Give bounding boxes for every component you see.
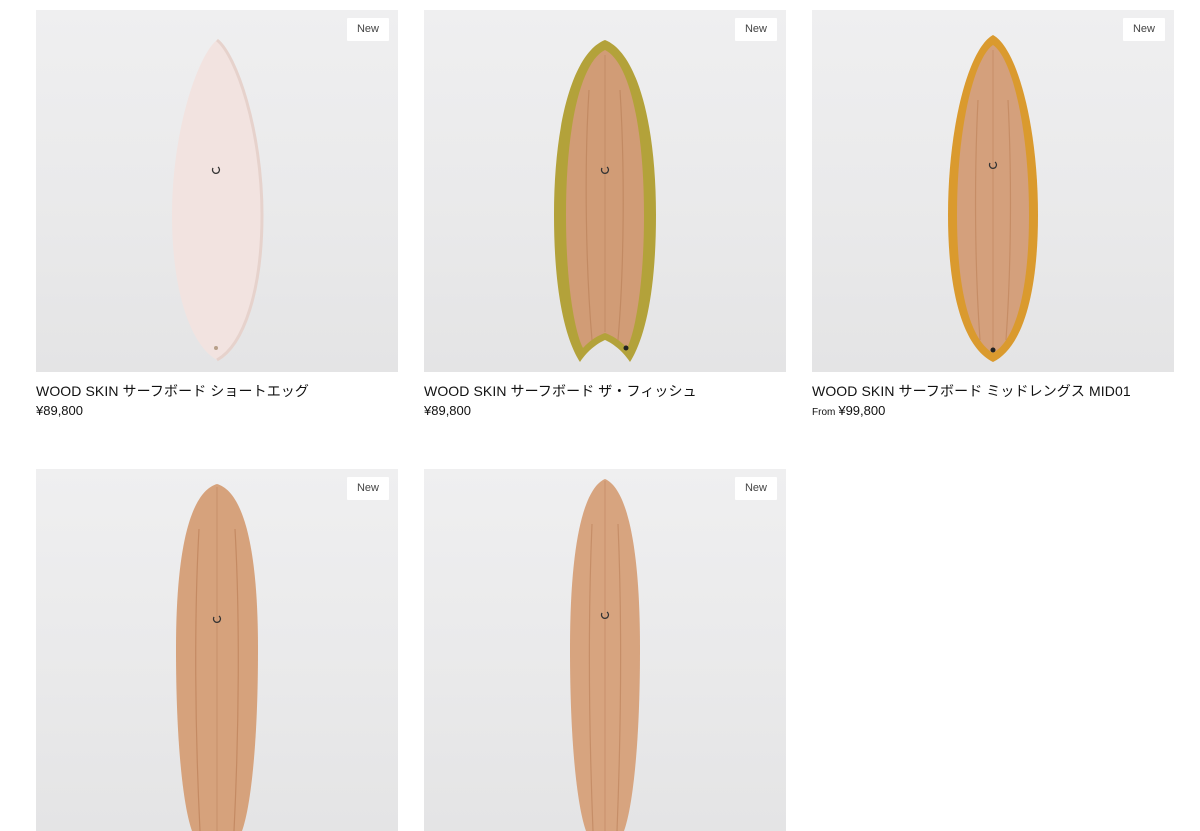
product-title[interactable]: WOOD SKIN サーフボード ザ・フィッシュ bbox=[424, 382, 786, 400]
product-card-4[interactable]: New bbox=[36, 469, 398, 831]
product-title[interactable]: WOOD SKIN サーフボード ミッドレングス MID01 bbox=[812, 382, 1174, 400]
product-price-value: ¥89,800 bbox=[424, 403, 471, 418]
new-badge: New bbox=[346, 18, 389, 41]
product-price: From ¥99,800 bbox=[812, 403, 1174, 421]
product-image[interactable]: New bbox=[36, 469, 398, 831]
new-badge: New bbox=[734, 18, 777, 41]
product-card-short-egg[interactable]: New WOOD SKIN サーフボード ショートエッグ ¥89,800 bbox=[36, 10, 398, 421]
product-price: ¥89,800 bbox=[424, 403, 786, 419]
surfboard-fish-image bbox=[554, 40, 656, 362]
surfboard-wood-image bbox=[176, 484, 258, 831]
new-badge: New bbox=[1122, 18, 1165, 41]
product-price: ¥89,800 bbox=[36, 403, 398, 419]
product-card-5[interactable]: New bbox=[424, 469, 786, 831]
product-grid: New WOOD SKIN サーフボード ショートエッグ ¥89,800 New… bbox=[36, 10, 1174, 831]
surfboard-short-egg-image bbox=[172, 38, 264, 362]
product-price-value: ¥89,800 bbox=[36, 403, 83, 418]
surfboard-mid-length-image bbox=[948, 35, 1038, 362]
product-image[interactable]: New bbox=[36, 10, 398, 372]
surfboard-longboard-image bbox=[570, 479, 640, 831]
new-badge: New bbox=[346, 477, 389, 500]
product-title[interactable]: WOOD SKIN サーフボード ショートエッグ bbox=[36, 382, 398, 400]
price-from-label: From bbox=[812, 407, 836, 418]
product-card-mid01[interactable]: New WOOD SKIN サーフボード ミッドレングス MID01 From ¥… bbox=[812, 10, 1174, 421]
new-badge: New bbox=[734, 477, 777, 500]
product-image[interactable]: New bbox=[424, 10, 786, 372]
product-image[interactable]: New bbox=[424, 469, 786, 831]
product-price-value: ¥99,800 bbox=[838, 403, 886, 418]
product-card-the-fish[interactable]: New WOOD SKIN サーフボード ザ・フィッシュ ¥89,800 bbox=[424, 10, 786, 421]
product-image[interactable]: New bbox=[812, 10, 1174, 372]
